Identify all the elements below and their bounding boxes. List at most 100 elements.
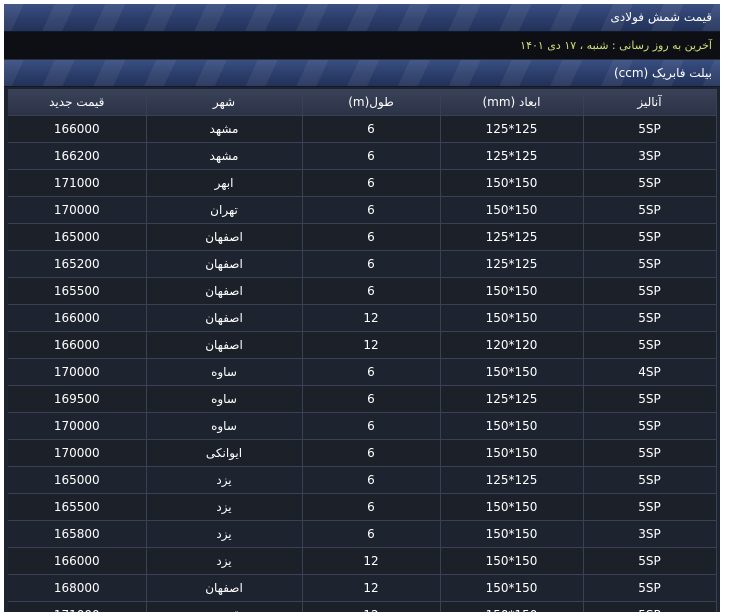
cell-city: ساوه [146, 358, 303, 386]
table-row: 170000 ساوه 6 150*150 4SP [8, 358, 717, 386]
cell-dimensions: 150*150 [440, 601, 584, 612]
cell-city: اصفهان [146, 304, 303, 332]
cell-city: اصفهان [146, 574, 303, 602]
cell-length: 6 [302, 412, 441, 440]
table-row: 171000قزوین12150*1505SP [8, 601, 717, 612]
cell-dimensions: 150*150 [440, 520, 584, 548]
header-length: طول(m) [302, 89, 441, 116]
cell-new-price: 165500 [8, 493, 147, 521]
cell-new-price: 165000 [8, 466, 147, 494]
cell-analysis: 4SP [583, 358, 717, 386]
table-row: 166000 اصفهان 12 120*120 5SP [8, 331, 717, 359]
cell-dimensions: 150*150 [440, 493, 584, 521]
cell-city: یزد [146, 520, 303, 548]
table-row: 168000 اصفهان 12 150*150 5SP [8, 574, 717, 602]
cell-length: 6 [302, 385, 441, 413]
cell-analysis: 3SP [583, 520, 717, 548]
table-row: 171000 ابهر 6 150*150 5SP [8, 169, 717, 197]
cell-dimensions: 150*150 [440, 439, 584, 467]
cell-dimensions: 150*150 [440, 277, 584, 305]
cell-new-price: 166200 [8, 142, 147, 170]
cell-dimensions: 125*125 [440, 250, 584, 278]
cell-city: اصفهان [146, 277, 303, 305]
cell-new-price: 165000 [8, 223, 147, 251]
table-row: 169500 ساوه 6 125*125 5SP [8, 385, 717, 413]
cell-new-price: 171000 [8, 601, 147, 612]
cell-dimensions: 150*150 [440, 196, 584, 224]
cell-new-price: 165200 [8, 250, 147, 278]
cell-analysis: 5SP [583, 304, 717, 332]
cell-dimensions: 120*120 [440, 331, 584, 359]
cell-new-price: 169500 [8, 385, 147, 413]
table-header-row: قیمت جدید شهر طول(m) ابعاد (mm) آنالیز [8, 89, 717, 116]
cell-analysis: 5SP [583, 169, 717, 197]
cell-dimensions: 150*150 [440, 304, 584, 332]
cell-length: 6 [302, 520, 441, 548]
last-update-bar: آخرین به روز رسانی : شنبه ، ۱۷ دی ۱۴۰۱ [4, 32, 720, 60]
cell-new-price: 170000 [8, 358, 147, 386]
cell-analysis: 5SP [583, 277, 717, 305]
cell-new-price: 168000 [8, 574, 147, 602]
table-row: 165800 یزد 6 150*150 3SP [8, 520, 717, 548]
cell-length: 6 [302, 223, 441, 251]
cell-analysis: 5SP [583, 466, 717, 494]
table-row: 170000 ساوه 6 150*150 5SP [8, 412, 717, 440]
cell-city: اصفهان [146, 223, 303, 251]
cell-length: 12 [302, 547, 441, 575]
table-row: 165000 یزد 6 125*125 5SP [8, 466, 717, 494]
cell-length: 6 [302, 115, 441, 143]
table-row: 165200 اصفهان 6 125*125 5SP [8, 250, 717, 278]
cell-length: 6 [302, 250, 441, 278]
cell-length: 6 [302, 196, 441, 224]
page-title: قیمت شمش فولادی [610, 10, 712, 24]
cell-length: 12 [302, 601, 441, 612]
table-row: 166000 اصفهان 12 150*150 5SP [8, 304, 717, 332]
cell-city: قزوین [146, 601, 303, 612]
price-panel: قیمت شمش فولادی آخرین به روز رسانی : شنب… [4, 4, 720, 612]
cell-city: اصفهان [146, 331, 303, 359]
cell-length: 6 [302, 169, 441, 197]
cell-dimensions: 150*150 [440, 169, 584, 197]
cell-length: 12 [302, 304, 441, 332]
table-row: 165500 یزد 6 150*150 5SP [8, 493, 717, 521]
header-new-price: قیمت جدید [8, 89, 147, 116]
header-city: شهر [146, 89, 303, 116]
cell-dimensions: 125*125 [440, 142, 584, 170]
table-row: 165500 اصفهان 6 150*150 5SP [8, 277, 717, 305]
title-banner: قیمت شمش فولادی [4, 4, 720, 32]
cell-dimensions: 150*150 [440, 574, 584, 602]
cell-analysis: 5SP [583, 439, 717, 467]
header-dimensions: ابعاد (mm) [440, 89, 584, 116]
last-update-text: آخرین به روز رسانی : شنبه ، ۱۷ دی ۱۴۰۱ [520, 39, 712, 52]
cell-analysis: 5SP [583, 601, 717, 612]
cell-new-price: 170000 [8, 412, 147, 440]
cell-new-price: 171000 [8, 169, 147, 197]
cell-city: یزد [146, 493, 303, 521]
cell-new-price: 166000 [8, 115, 147, 143]
table-row: 170000 ایوانکی 6 150*150 5SP [8, 439, 717, 467]
cell-length: 12 [302, 331, 441, 359]
cell-city: ابهر [146, 169, 303, 197]
cell-dimensions: 150*150 [440, 547, 584, 575]
cell-dimensions: 125*125 [440, 115, 584, 143]
cell-city: یزد [146, 547, 303, 575]
cell-city: تهران [146, 196, 303, 224]
cell-city: مشهد [146, 142, 303, 170]
cell-analysis: 5SP [583, 196, 717, 224]
table-row: 166000 یزد 12 150*150 5SP [8, 547, 717, 575]
section-title: بیلت فابریک (ccm) [613, 66, 712, 80]
cell-analysis: 5SP [583, 412, 717, 440]
cell-analysis: 3SP [583, 142, 717, 170]
cell-new-price: 165500 [8, 277, 147, 305]
cell-length: 6 [302, 358, 441, 386]
cell-dimensions: 125*125 [440, 385, 584, 413]
cell-city: ایوانکی [146, 439, 303, 467]
cell-analysis: 5SP [583, 385, 717, 413]
table-row: 166200 مشهد 6 125*125 3SP [8, 142, 717, 170]
cell-analysis: 5SP [583, 331, 717, 359]
cell-city: اصفهان [146, 250, 303, 278]
cell-length: 6 [302, 277, 441, 305]
cell-length: 6 [302, 466, 441, 494]
cell-new-price: 166000 [8, 304, 147, 332]
cell-analysis: 5SP [583, 223, 717, 251]
